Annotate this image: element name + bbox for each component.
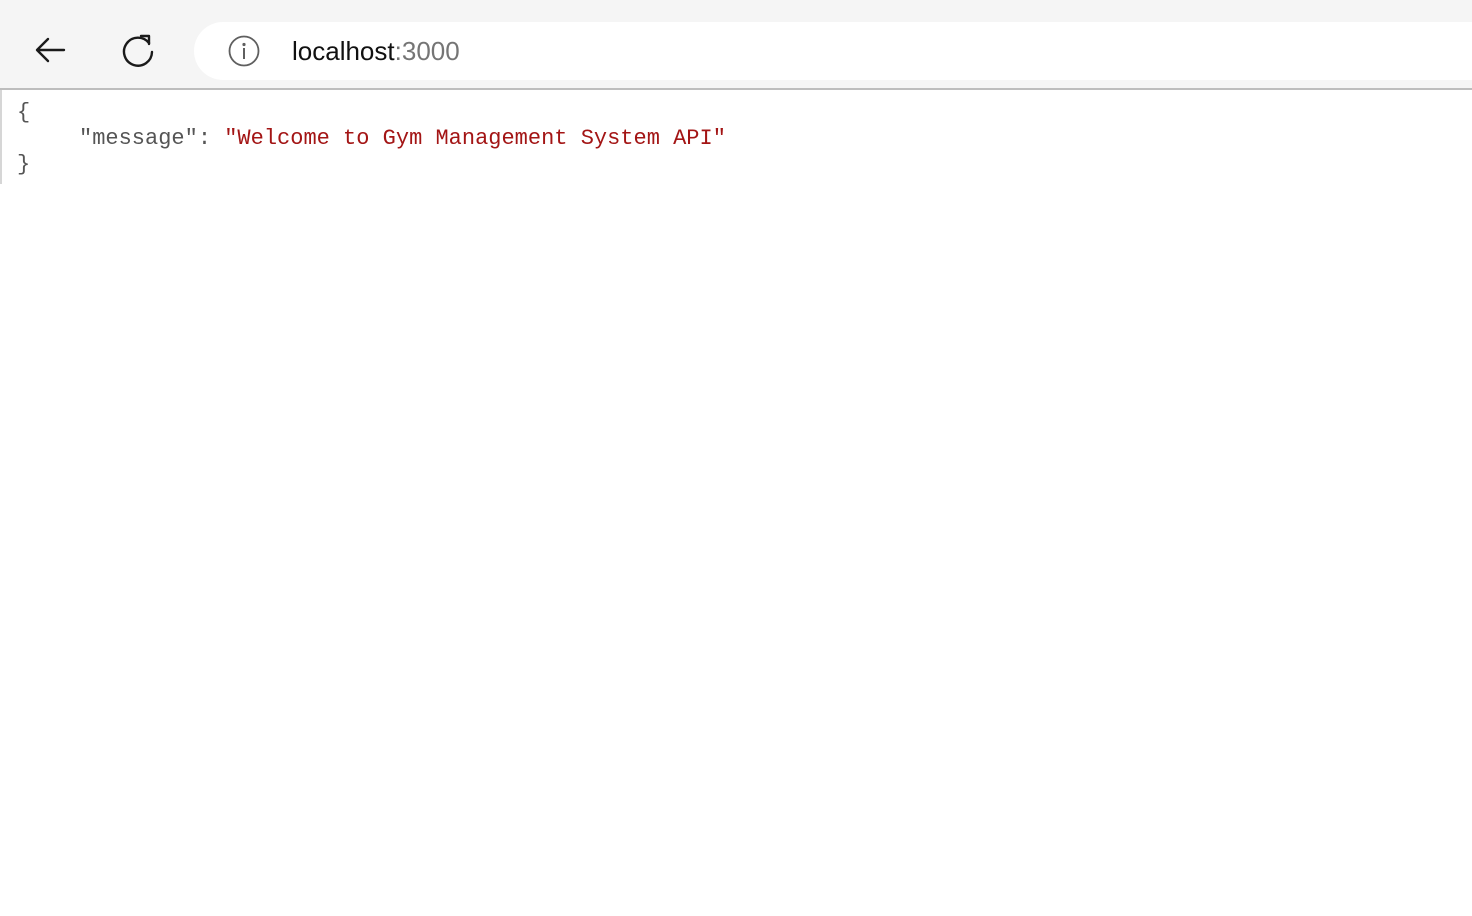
reload-icon bbox=[122, 34, 154, 67]
address-bar[interactable]: localhost:3000 bbox=[194, 22, 1472, 80]
reload-button[interactable] bbox=[116, 28, 160, 72]
browser-toolbar: localhost:3000 bbox=[0, 0, 1472, 90]
json-separator: : bbox=[197, 126, 225, 151]
page-content: {"message": "Welcome to Gym Management S… bbox=[0, 90, 1472, 916]
json-viewer: {"message": "Welcome to Gym Management S… bbox=[0, 90, 726, 184]
json-open-brace: { bbox=[17, 100, 31, 125]
back-button[interactable] bbox=[28, 28, 72, 72]
url-host: localhost bbox=[292, 36, 395, 66]
url-text[interactable]: localhost:3000 bbox=[292, 22, 460, 80]
url-port: 3000 bbox=[401, 36, 460, 66]
arrow-left-icon bbox=[35, 37, 66, 63]
json-value: "Welcome to Gym Management System API" bbox=[224, 126, 726, 151]
json-key: "message" bbox=[79, 126, 198, 151]
url-port-separator: : bbox=[394, 36, 402, 66]
json-entry: "message": "Welcome to Gym Management Sy… bbox=[17, 126, 726, 152]
json-close-brace: } bbox=[17, 152, 31, 177]
site-info-icon[interactable] bbox=[228, 35, 260, 67]
